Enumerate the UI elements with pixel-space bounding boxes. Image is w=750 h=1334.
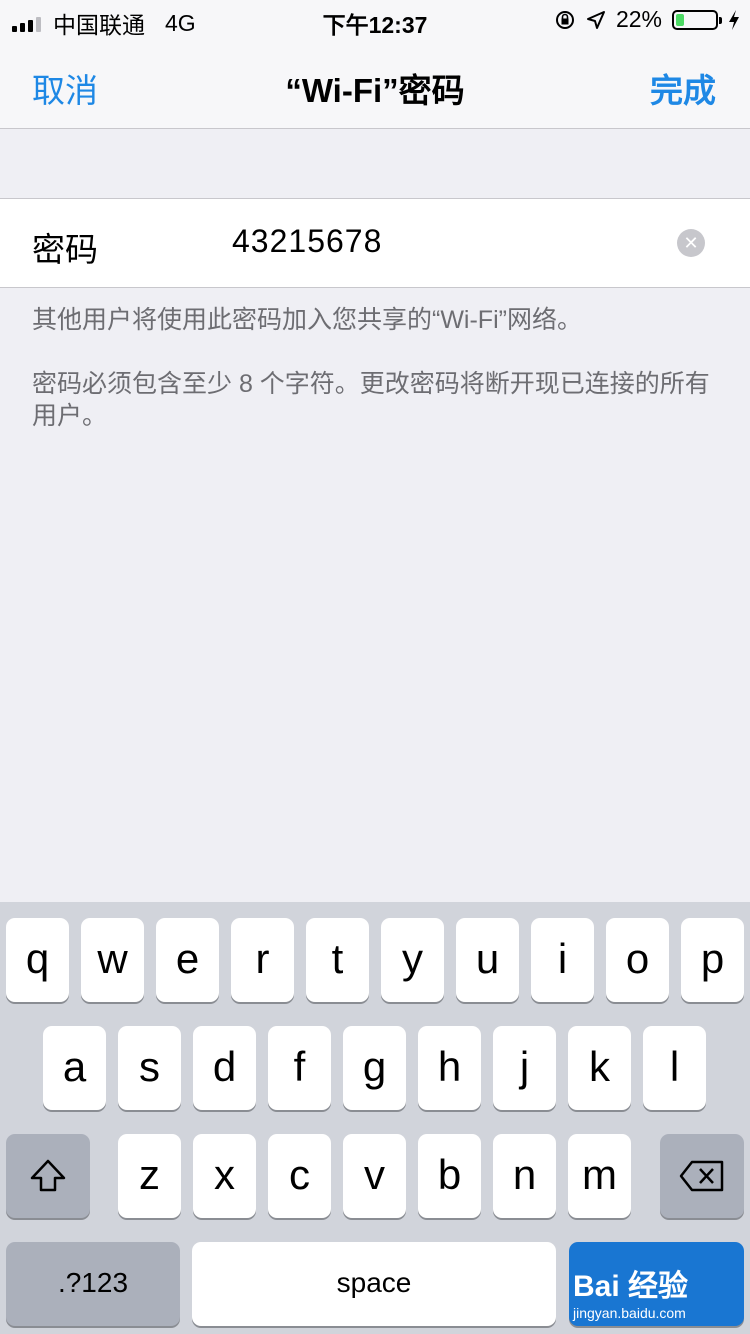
status-bar: 中国联通 4G 下午12:37 22%: [0, 0, 750, 40]
battery-fill: [676, 13, 685, 26]
backspace-icon: [679, 1160, 724, 1192]
space-key[interactable]: space: [192, 1242, 556, 1326]
password-requirement-note: 密码必须包含至少 8 个字符。更改密码将断开现已连接的所有用户。: [32, 370, 710, 430]
key-t[interactable]: t: [306, 918, 369, 1002]
key-x[interactable]: x: [193, 1134, 256, 1218]
key-q[interactable]: q: [6, 918, 69, 1002]
watermark-url: jingyan.baidu.com: [573, 1305, 686, 1321]
key-d[interactable]: d: [193, 1026, 256, 1110]
key-a[interactable]: a: [43, 1026, 106, 1110]
key-y[interactable]: y: [381, 918, 444, 1002]
shift-arrow-icon: [30, 1159, 66, 1192]
key-p[interactable]: p: [681, 918, 744, 1002]
key-n[interactable]: n: [493, 1134, 556, 1218]
key-c[interactable]: c: [268, 1134, 331, 1218]
battery-percent: 22%: [615, 6, 662, 32]
key-v[interactable]: v: [343, 1134, 406, 1218]
clear-text-icon[interactable]: ✕: [677, 229, 705, 257]
password-row[interactable]: 密码 43215678 ✕: [0, 198, 750, 288]
key-b[interactable]: b: [418, 1134, 481, 1218]
location-arrow-icon: [586, 10, 605, 29]
key-j[interactable]: j: [493, 1026, 556, 1110]
key-g[interactable]: g: [343, 1026, 406, 1110]
key-z[interactable]: z: [118, 1134, 181, 1218]
return-key[interactable]: Bai 经验 jingyan.baidu.com: [569, 1242, 744, 1326]
key-s[interactable]: s: [118, 1026, 181, 1110]
key-k[interactable]: k: [568, 1026, 631, 1110]
key-m[interactable]: m: [568, 1134, 631, 1218]
keyboard: qwertyuiop asdfghjkl zxcvbnm .?123 space…: [0, 902, 750, 1334]
key-e[interactable]: e: [156, 918, 219, 1002]
status-right: 22%: [554, 6, 740, 33]
password-label: 密码: [32, 231, 98, 268]
page-title: “Wi-Fi”密码: [285, 72, 465, 109]
shift-key[interactable]: [6, 1134, 90, 1218]
battery-icon: [672, 9, 722, 30]
key-w[interactable]: w: [81, 918, 144, 1002]
key-u[interactable]: u: [456, 918, 519, 1002]
navigation-bar: 取消 “Wi-Fi”密码 完成: [0, 40, 750, 128]
orientation-lock-icon: [555, 10, 574, 29]
key-l[interactable]: l: [643, 1026, 706, 1110]
key-r[interactable]: r: [231, 918, 294, 1002]
done-button[interactable]: 完成: [650, 64, 716, 112]
key-i[interactable]: i: [531, 918, 594, 1002]
delete-key[interactable]: [660, 1134, 744, 1218]
password-input[interactable]: 43215678: [232, 223, 382, 260]
key-h[interactable]: h: [418, 1026, 481, 1110]
key-f[interactable]: f: [268, 1026, 331, 1110]
charging-bolt-icon: [729, 9, 739, 30]
numbers-key[interactable]: .?123: [6, 1242, 180, 1326]
header: 中国联通 4G 下午12:37 22% 取消 “Wi-Fi”密码 完成: [0, 0, 750, 129]
baidu-watermark: Bai 经验 jingyan.baidu.com: [573, 1270, 688, 1322]
watermark-brand: Bai 经验: [573, 1270, 689, 1303]
share-info-note: 其他用户将使用此密码加入您共享的“Wi-Fi”网络。: [32, 306, 582, 334]
key-o[interactable]: o: [606, 918, 669, 1002]
